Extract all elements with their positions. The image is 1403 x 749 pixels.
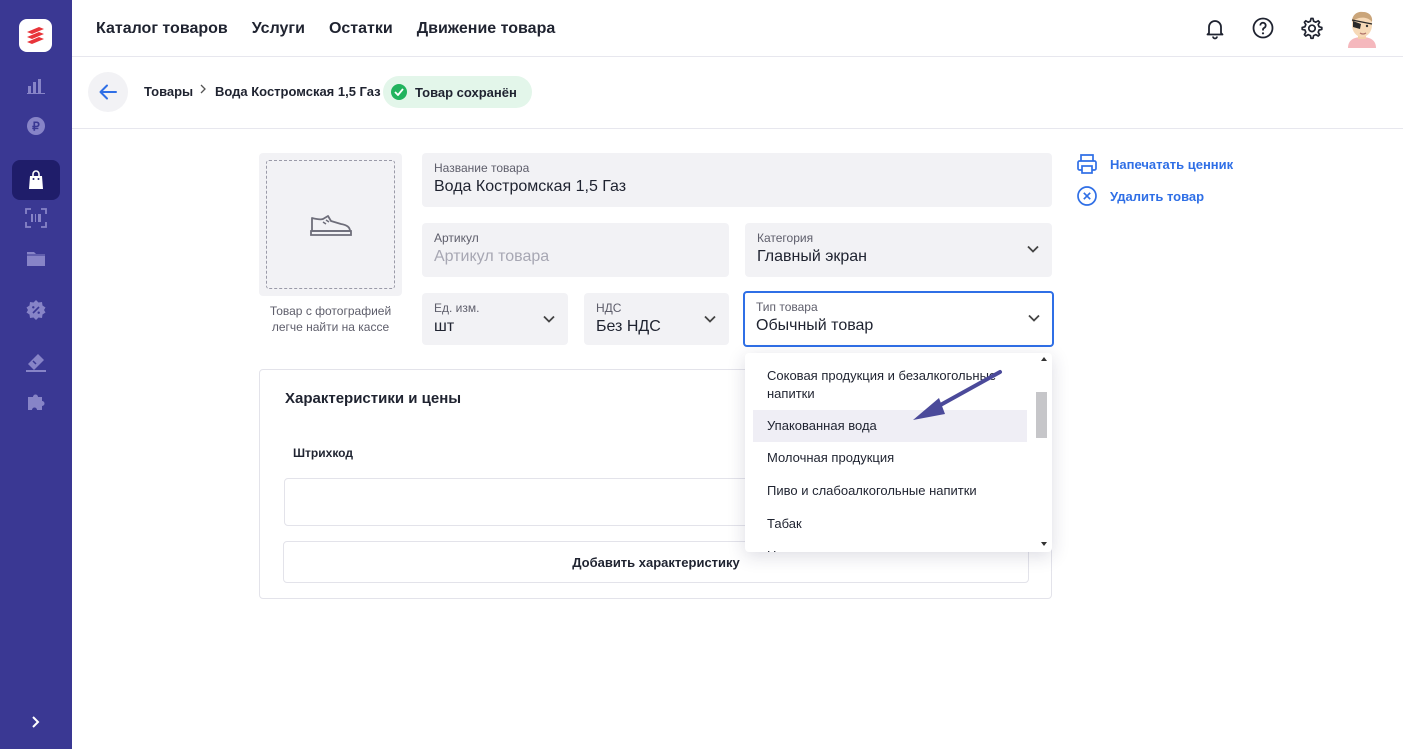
sidebar: ₽ [0, 0, 72, 749]
dropdown-scrollbar[interactable] [1035, 353, 1052, 552]
delete-product-link[interactable]: Удалить товар [1076, 185, 1204, 207]
top-navigation: Каталог товаров Услуги Остатки Движение … [96, 20, 555, 38]
unit-label: Ед. изм. [434, 301, 480, 315]
svg-text:₽: ₽ [32, 120, 40, 134]
dropdown-option[interactable]: Пиво и слабоалкогольные напитки [753, 474, 1027, 507]
print-price-tag-label: Напечатать ценник [1110, 156, 1234, 172]
product-name-label: Название товара [434, 161, 530, 175]
delete-circle-icon [1077, 186, 1097, 206]
status-text: Товар сохранён [415, 84, 517, 100]
top-bar: Каталог товаров Услуги Остатки Движение … [72, 0, 1403, 57]
characteristics-title: Характеристики и цены [285, 390, 462, 407]
notifications-bell-icon[interactable] [1203, 16, 1227, 40]
barcode-column-header: Штрихкод [293, 446, 353, 460]
category-label: Категория [757, 231, 814, 245]
extensions-puzzle-icon[interactable] [24, 390, 48, 414]
dropdown-option[interactable]: Молочная продукция [753, 442, 1027, 474]
printer-icon [1077, 154, 1097, 174]
check-circle-icon [391, 84, 407, 100]
sneaker-icon [309, 214, 352, 236]
unit-value: шт [434, 318, 455, 335]
status-badge: Товар сохранён [383, 76, 532, 108]
chevron-down-icon [543, 315, 555, 323]
product-type-value: Обычный товар [756, 317, 874, 334]
product-type-dropdown: Соковая продукция и безалкогольные напит… [745, 353, 1052, 552]
analytics-icon[interactable] [24, 74, 48, 98]
dropdown-option-highlighted[interactable]: Упакованная вода [753, 410, 1027, 442]
scroll-thumb[interactable] [1036, 392, 1047, 438]
nav-stock[interactable]: Остатки [329, 20, 393, 38]
scroll-up-arrow-icon[interactable] [1041, 357, 1047, 361]
expand-sidebar-chevron-icon[interactable] [24, 710, 48, 734]
breadcrumb-bar: Товары Вода Костромская 1,5 Газ Товар со… [72, 57, 1403, 129]
back-button[interactable] [88, 72, 128, 112]
breadcrumb-separator-icon [199, 83, 207, 98]
category-select[interactable]: Категория Главный экран [745, 223, 1052, 277]
product-type-label: Тип товара [756, 300, 818, 314]
vat-value: Без НДС [596, 318, 661, 335]
dropdown-option[interactable]: Соковая продукция и безалкогольные напит… [753, 365, 1027, 405]
dropdown-option-partial[interactable]: Н [753, 540, 1027, 552]
help-icon[interactable] [1251, 16, 1275, 40]
vat-label: НДС [596, 301, 622, 315]
nav-catalog[interactable]: Каталог товаров [96, 20, 228, 38]
sku-label: Артикул [434, 231, 479, 245]
photo-dropzone[interactable] [266, 160, 395, 289]
product-name-field[interactable]: Название товара Вода Костромская 1,5 Газ [422, 153, 1052, 207]
print-price-tag-link[interactable]: Напечатать ценник [1076, 153, 1233, 175]
folder-icon[interactable] [24, 246, 48, 270]
breadcrumb-products[interactable]: Товары [144, 84, 193, 99]
vat-select[interactable]: НДС Без НДС [584, 293, 729, 345]
arrow-left-icon [99, 84, 117, 100]
product-name-value[interactable]: Вода Костромская 1,5 Газ [434, 178, 626, 196]
chevron-down-icon [1027, 245, 1039, 253]
tickets-icon[interactable] [24, 350, 48, 374]
chevron-down-icon [704, 315, 716, 323]
photo-hint: Товар с фотографией легче найти на кассе [269, 304, 392, 334]
discount-icon[interactable] [24, 298, 48, 322]
breadcrumb-current: Вода Костромская 1,5 Газ [215, 84, 381, 99]
products-bag-icon[interactable] [12, 160, 60, 200]
nav-services[interactable]: Услуги [252, 20, 305, 38]
settings-gear-icon[interactable] [1299, 16, 1323, 40]
unit-select[interactable]: Ед. изм. шт [422, 293, 568, 345]
scroll-down-arrow-icon[interactable] [1041, 542, 1047, 546]
finance-ruble-icon[interactable]: ₽ [24, 114, 48, 138]
category-value: Главный экран [757, 248, 868, 265]
product-type-select[interactable]: Тип товара Обычный товар [743, 291, 1054, 347]
user-avatar[interactable] [1344, 10, 1380, 48]
sku-field[interactable]: Артикул Артикул товара [422, 223, 729, 277]
delete-product-label: Удалить товар [1110, 188, 1205, 204]
dropdown-option[interactable]: Табак [753, 507, 1027, 540]
app-logo[interactable] [19, 19, 52, 52]
nav-movement[interactable]: Движение товара [417, 20, 556, 38]
sku-input[interactable]: Артикул товара [434, 248, 549, 266]
barcode-scan-icon[interactable] [24, 206, 48, 230]
chevron-down-icon [1028, 314, 1040, 322]
photo-upload[interactable] [259, 153, 402, 296]
